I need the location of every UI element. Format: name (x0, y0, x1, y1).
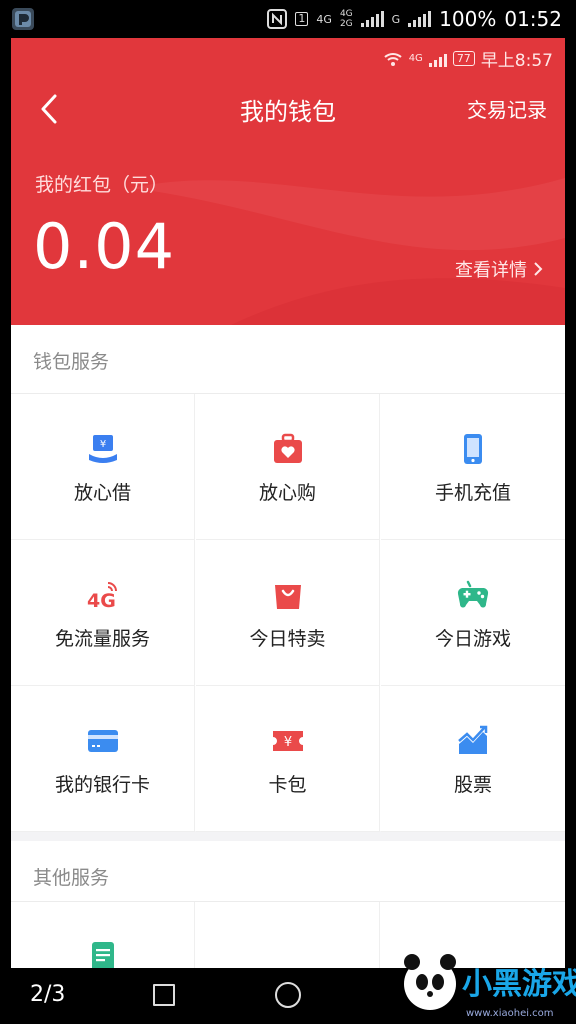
svg-text:4G: 4G (87, 590, 116, 612)
wallet-services-grid: ¥ 放心借 放心购 手机充值 4G 免流量服务 今日特卖 今日游戏 我的银行卡 … (11, 393, 565, 832)
page-indicator: 2/3 (30, 982, 66, 1007)
g-icon: G (391, 12, 401, 26)
service-safe-shopping[interactable]: 放心购 (196, 394, 380, 540)
system-status-icons: 1 4G 4G 2G G 100% 01:52 (267, 6, 562, 32)
signal-icon-2 (408, 11, 432, 27)
stock-chart-icon (458, 725, 488, 754)
view-details-link[interactable]: 查看详情 (455, 256, 543, 282)
home-icon[interactable] (275, 982, 301, 1008)
nav-bar: 我的钱包 交易记录 (11, 88, 565, 130)
service-stocks[interactable]: 股票 (381, 686, 565, 832)
red-envelope-amount: 0.04 (33, 210, 176, 283)
gamepad-icon (457, 580, 489, 608)
svg-text:www.xiaohei.com: www.xiaohei.com (466, 1008, 554, 1019)
4g-data-icon: 4G (87, 582, 117, 612)
service-daily-sale[interactable]: 今日特卖 (196, 540, 380, 686)
wallet-header: 4G 77 早上8:57 我的钱包 交易记录 我的红包（元） 0.04 查看详情 (11, 38, 565, 325)
service-label: 放心借 (73, 482, 131, 504)
service-label: 我的银行卡 (54, 774, 150, 796)
service-loan[interactable]: ¥ 放心借 (11, 394, 195, 540)
4g-icon: 4G (316, 12, 332, 26)
4g-2g-icon: 4G 2G (339, 9, 353, 29)
sale-bag-icon (274, 585, 301, 609)
nfc-icon (267, 9, 288, 29)
wallet-services-header: 钱包服务 (11, 325, 565, 393)
service-label: 卡包 (268, 774, 307, 796)
svg-text:¥: ¥ (283, 735, 291, 750)
loan-icon: ¥ (88, 435, 117, 463)
transaction-records-link[interactable]: 交易记录 (467, 94, 547, 123)
battery-icon: 77 (452, 51, 475, 66)
phone-screen: 4G 77 早上8:57 我的钱包 交易记录 我的红包（元） 0.04 查看详情… (11, 38, 565, 968)
network-4g-icon: 4G (408, 53, 423, 64)
signal-icon (360, 11, 384, 27)
service-free-data[interactable]: 4G 免流量服务 (11, 540, 195, 686)
chevron-right-icon (534, 262, 543, 276)
app-icon (12, 8, 34, 30)
service-label: 免流量服务 (54, 628, 150, 650)
svg-text:小黑游戏: 小黑游戏 (462, 967, 576, 1002)
service-daily-game[interactable]: 今日游戏 (381, 540, 565, 686)
service-label: 股票 (453, 774, 492, 796)
sim-1-icon: 1 (295, 12, 309, 26)
wifi-icon (384, 52, 402, 66)
service-label: 放心购 (258, 482, 316, 504)
service-label: 今日游戏 (434, 628, 511, 650)
battery-percent: 100% (439, 7, 497, 31)
svg-text:¥: ¥ (99, 439, 105, 450)
service-bank-card[interactable]: 我的银行卡 (11, 686, 195, 832)
cell-signal-icon (428, 51, 447, 67)
service-document[interactable] (11, 902, 195, 968)
document-icon (91, 942, 114, 968)
service-label: 今日特卖 (249, 628, 326, 650)
service-mobile-recharge[interactable]: 手机充值 (381, 394, 565, 540)
clock: 01:52 (504, 7, 562, 31)
app-clock: 早上8:57 (480, 51, 553, 71)
phone-icon (464, 434, 482, 464)
section-title: 其他服务 (33, 867, 110, 889)
shopping-bag-heart-icon (273, 433, 302, 463)
ticket-icon: ¥ (272, 731, 303, 751)
bank-card-icon (87, 730, 118, 752)
section-title: 钱包服务 (33, 351, 110, 373)
service-empty (196, 902, 380, 968)
other-services-header: 其他服务 (11, 841, 565, 909)
app-status-bar: 4G 77 早上8:57 (383, 46, 553, 71)
system-status-bar: 1 4G 4G 2G G 100% 01:52 (0, 0, 576, 38)
view-details-label: 查看详情 (455, 260, 527, 281)
recent-apps-icon[interactable] (153, 984, 175, 1006)
red-envelope-label: 我的红包（元） (35, 174, 169, 196)
service-label: 手机充值 (434, 482, 511, 504)
xiaohei-logo-watermark: 小黑游戏 www.xiaohei.com (404, 954, 576, 1019)
service-card-wallet[interactable]: ¥ 卡包 (196, 686, 380, 832)
